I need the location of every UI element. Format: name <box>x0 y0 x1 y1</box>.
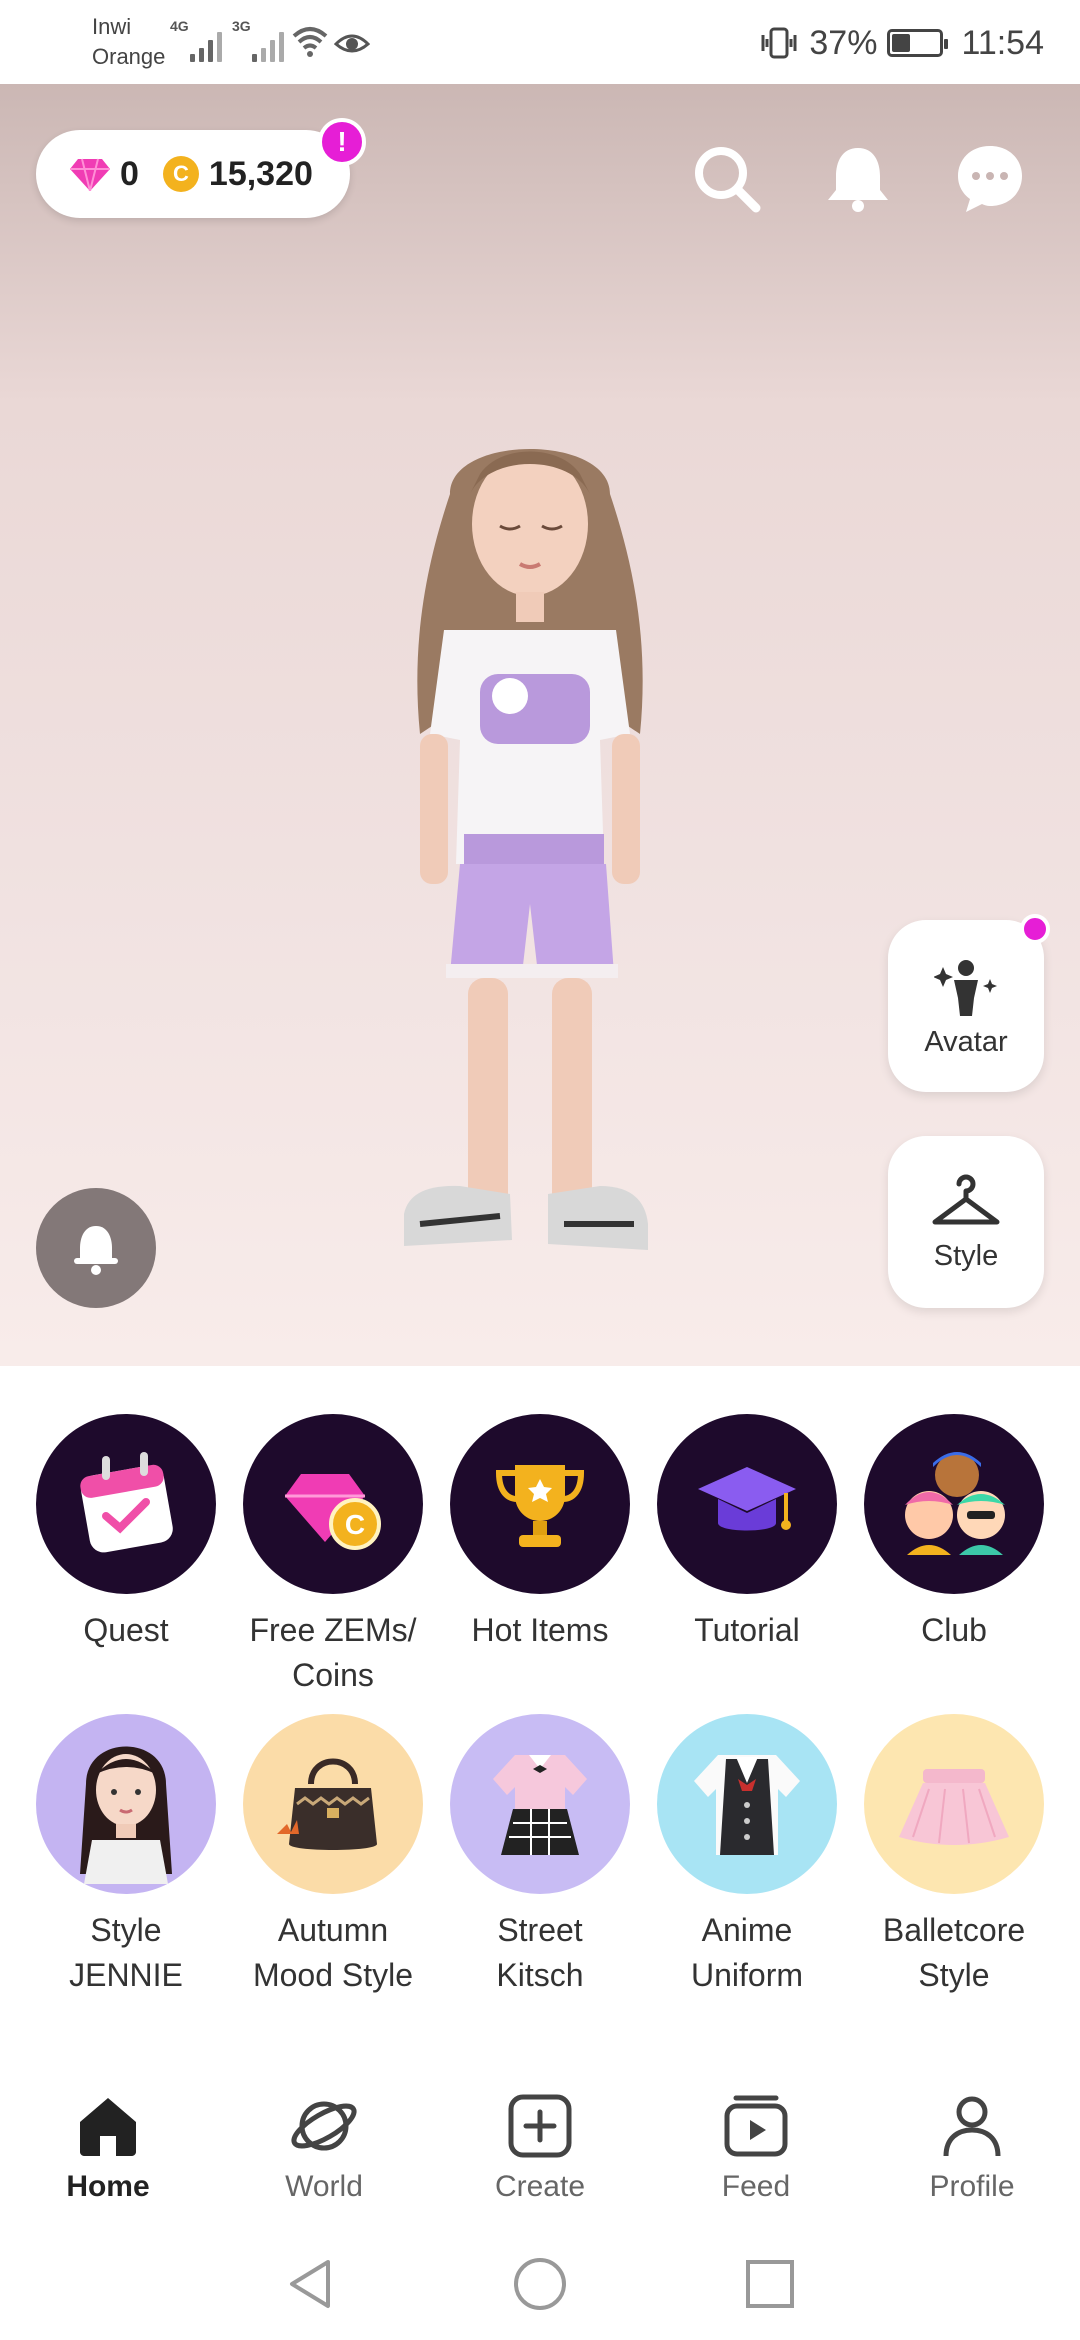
handbag-icon <box>243 1714 423 1894</box>
system-nav-bar <box>0 2232 1080 2340</box>
avatar-character[interactable] <box>380 434 680 1314</box>
eye-comfort-icon <box>334 34 370 53</box>
avatar-button-label: Avatar <box>924 1025 1008 1058</box>
hot-items-tile[interactable]: Hot Items <box>440 1414 640 1653</box>
graduation-cap-icon <box>657 1414 837 1594</box>
status-right: 37% 11:54 <box>759 18 1044 68</box>
clock: 11:54 <box>961 23 1044 62</box>
free-zems-tile[interactable]: C Free ZEMs/ Coins <box>233 1414 433 1698</box>
carrier-line-1: Inwi <box>92 14 132 39</box>
coin-icon: C <box>162 156 199 192</box>
anime-uniform-label: Anime Uniform <box>690 1912 803 1993</box>
trophy-icon <box>450 1414 630 1594</box>
club-label: Club <box>921 1612 987 1648</box>
free-zems-label: Free ZEMs/ Coins <box>249 1612 417 1693</box>
svg-text:C: C <box>345 1509 365 1540</box>
bottom-nav: Home World Create Feed Profile <box>0 2072 1080 2232</box>
balletcore-label: Balletcore Style <box>882 1912 1026 1993</box>
nav-create[interactable]: Create <box>460 2092 620 2204</box>
coin-count: 15,320 <box>208 154 313 193</box>
planet-icon <box>291 2101 357 2151</box>
style-jennie-tile[interactable]: Style JENNIE <box>26 1714 226 1998</box>
zem-count: 0 <box>120 154 139 193</box>
battery-icon <box>887 29 949 57</box>
tutorial-tile[interactable]: Tutorial <box>647 1414 847 1653</box>
notification-bell-icon[interactable] <box>822 142 894 214</box>
avatar-sparkle-icon <box>934 959 997 1016</box>
style-button[interactable]: Style <box>888 1136 1044 1308</box>
autumn-mood-tile[interactable]: Autumn Mood Style <box>233 1714 433 1998</box>
tutu-skirt-icon <box>864 1714 1044 1894</box>
nav-feed-label: Feed <box>721 2170 791 2203</box>
nav-profile-label: Profile <box>929 2170 1015 2203</box>
gem-coin-icon: C <box>243 1414 423 1594</box>
quick-row-2: Style JENNIE Autumn Mood Style Street Ki… <box>0 1714 1080 2014</box>
search-icon[interactable] <box>690 142 762 214</box>
quest-tile[interactable]: Quest <box>26 1414 226 1653</box>
zem-gem-icon <box>70 158 110 191</box>
calendar-check-icon <box>36 1414 216 1594</box>
alert-bell-button[interactable] <box>36 1188 156 1308</box>
currency-alert-badge[interactable]: ! <box>318 118 366 166</box>
chat-icon[interactable] <box>954 142 1026 214</box>
home-circle-icon[interactable] <box>510 2254 570 2314</box>
avatar-stage[interactable]: 0 C 15,320 ! Avatar Style <box>0 84 1080 1366</box>
autumn-mood-label: Autumn Mood Style <box>252 1912 414 1993</box>
signal-4g-icon: 4G <box>170 18 222 62</box>
nav-home-label: Home <box>66 2170 150 2203</box>
person-icon <box>943 2096 1001 2157</box>
status-bar: Inwi Orange 4G 3G 37% 11:54 <box>0 0 1080 84</box>
hot-items-label: Hot Items <box>471 1612 609 1648</box>
outfit-icon <box>450 1714 630 1894</box>
tutorial-label: Tutorial <box>694 1612 800 1648</box>
plus-square-icon <box>508 2094 572 2158</box>
back-triangle-icon[interactable] <box>280 2254 340 2314</box>
style-button-label: Style <box>933 1239 999 1272</box>
recents-square-icon[interactable] <box>740 2254 800 2314</box>
feed-play-icon <box>724 2095 788 2157</box>
balletcore-tile[interactable]: Balletcore Style <box>854 1714 1054 1998</box>
carrier-line-2: Orange <box>92 44 166 69</box>
avatar-notification-dot <box>1020 914 1050 944</box>
style-jennie-label: Style JENNIE <box>69 1912 183 1993</box>
signal-3g-icon: 3G <box>232 18 284 62</box>
street-kitsch-label: Street Kitsch <box>496 1912 584 1993</box>
battery-percent: 37% <box>809 23 878 62</box>
nav-profile[interactable]: Profile <box>892 2092 1052 2204</box>
nav-home[interactable]: Home <box>28 2092 188 2204</box>
group-avatars-icon <box>864 1414 1044 1594</box>
vibrate-icon <box>761 27 797 59</box>
street-kitsch-tile[interactable]: Street Kitsch <box>440 1714 640 1998</box>
nav-feed[interactable]: Feed <box>676 2092 836 2204</box>
nav-world[interactable]: World <box>244 2092 404 2204</box>
club-tile[interactable]: Club <box>854 1414 1054 1653</box>
anime-uniform-tile[interactable]: Anime Uniform <box>647 1714 847 1998</box>
carrier-name: Inwi Orange <box>92 12 165 72</box>
nav-create-label: Create <box>494 2170 586 2203</box>
currency-pill[interactable]: 0 C 15,320 <box>36 130 350 218</box>
quick-row-1: Quest C Free ZEMs/ Coins Hot Items Tutor… <box>0 1414 1080 1714</box>
wifi-icon <box>292 27 328 57</box>
avatar-button[interactable]: Avatar <box>888 914 1050 1092</box>
bell-icon <box>74 1226 118 1275</box>
uniform-icon <box>657 1714 837 1894</box>
home-icon <box>80 2098 136 2156</box>
jennie-avatar-icon <box>36 1714 216 1894</box>
nav-world-label: World <box>285 2170 363 2203</box>
quest-label: Quest <box>83 1612 169 1648</box>
hanger-icon <box>932 1174 1000 1224</box>
